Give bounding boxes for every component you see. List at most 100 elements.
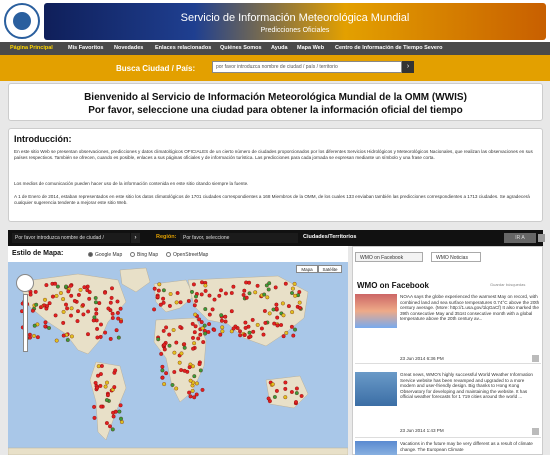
city-marker[interactable] [160, 368, 165, 373]
city-marker[interactable] [87, 290, 92, 295]
city-marker[interactable] [290, 286, 295, 291]
city-marker[interactable] [261, 332, 266, 337]
city-marker[interactable] [273, 285, 278, 290]
city-marker[interactable] [66, 289, 71, 294]
city-marker[interactable] [238, 329, 242, 334]
city-marker[interactable] [212, 297, 217, 302]
city-marker[interactable] [283, 395, 288, 400]
city-marker[interactable] [219, 318, 224, 323]
city-marker[interactable] [265, 295, 270, 300]
city-marker[interactable] [117, 409, 122, 414]
city-marker[interactable] [106, 306, 111, 311]
city-marker[interactable] [231, 284, 236, 289]
city-marker[interactable] [200, 387, 205, 392]
city-marker[interactable] [87, 296, 92, 301]
city-marker[interactable] [267, 311, 272, 316]
city-marker[interactable] [191, 346, 196, 351]
tab-wmo-news[interactable]: WMO Noticias [431, 252, 481, 262]
city-marker[interactable] [162, 382, 167, 387]
post-share-button[interactable] [532, 355, 539, 362]
city-marker[interactable] [108, 424, 112, 429]
city-marker[interactable] [116, 316, 121, 321]
city-marker[interactable] [28, 292, 33, 297]
city-marker[interactable] [229, 309, 234, 314]
city-marker[interactable] [262, 292, 267, 297]
cities-territories-label[interactable]: Ciudades/Territorios [303, 234, 356, 240]
city-marker[interactable] [188, 378, 193, 383]
city-marker[interactable] [244, 280, 249, 285]
city-marker[interactable] [298, 305, 302, 310]
city-marker[interactable] [197, 317, 202, 322]
city-marker[interactable] [109, 295, 114, 300]
city-marker[interactable] [192, 303, 197, 308]
city-marker[interactable] [201, 340, 206, 345]
city-marker[interactable] [272, 321, 277, 326]
city-marker[interactable] [207, 312, 212, 317]
city-marker[interactable] [81, 303, 85, 308]
city-marker[interactable] [82, 285, 87, 290]
city-marker[interactable] [86, 309, 91, 314]
city-marker[interactable] [250, 317, 255, 322]
city-marker[interactable] [35, 335, 40, 340]
city-marker[interactable] [179, 351, 184, 356]
city-marker[interactable] [61, 320, 66, 325]
city-marker[interactable] [113, 368, 118, 373]
city-marker[interactable] [275, 315, 280, 320]
city-marker[interactable] [97, 301, 102, 306]
city-marker[interactable] [191, 282, 196, 287]
city-marker[interactable] [244, 295, 249, 300]
city-marker[interactable] [231, 326, 236, 331]
city-marker[interactable] [110, 316, 115, 320]
city-marker[interactable] [175, 291, 180, 295]
city-marker[interactable] [103, 384, 108, 389]
world-map-canvas[interactable] [8, 262, 348, 455]
city-marker[interactable] [279, 323, 284, 327]
city-marker[interactable] [61, 333, 66, 338]
city-marker[interactable] [105, 380, 109, 385]
city-marker[interactable] [69, 313, 73, 318]
city-marker[interactable] [247, 291, 252, 296]
city-marker[interactable] [95, 385, 100, 390]
city-marker[interactable] [93, 380, 98, 385]
city-marker[interactable] [92, 404, 97, 409]
city-marker[interactable] [69, 306, 74, 311]
city-marker[interactable] [280, 301, 285, 306]
city-marker[interactable] [64, 284, 68, 289]
city-marker[interactable] [292, 281, 297, 286]
city-marker[interactable] [110, 311, 115, 316]
city-marker[interactable] [190, 289, 194, 294]
city-marker[interactable] [43, 297, 47, 302]
city-marker[interactable] [253, 290, 258, 295]
city-marker[interactable] [99, 404, 104, 409]
city-marker[interactable] [220, 325, 225, 330]
city-marker[interactable] [167, 332, 172, 337]
city-marker[interactable] [32, 323, 37, 328]
city-marker[interactable] [64, 302, 68, 307]
city-marker[interactable] [203, 307, 208, 312]
city-marker[interactable] [243, 320, 248, 325]
city-search-go-button[interactable]: › [131, 233, 140, 243]
world-map[interactable] [8, 262, 348, 455]
city-marker[interactable] [95, 326, 100, 331]
city-marker[interactable] [54, 338, 59, 343]
city-marker[interactable] [274, 388, 279, 393]
city-marker[interactable] [164, 371, 169, 376]
city-marker[interactable] [157, 282, 162, 287]
city-marker[interactable] [187, 365, 192, 370]
city-marker[interactable] [266, 287, 271, 292]
city-marker[interactable] [281, 313, 286, 318]
city-marker[interactable] [259, 326, 264, 331]
city-marker[interactable] [194, 294, 198, 299]
go-button[interactable]: IR A [504, 233, 536, 243]
city-marker[interactable] [55, 284, 60, 289]
city-marker[interactable] [110, 286, 114, 291]
city-marker[interactable] [283, 386, 288, 391]
city-marker[interactable] [294, 400, 298, 405]
city-marker[interactable] [192, 341, 197, 346]
city-marker[interactable] [115, 310, 120, 315]
city-marker[interactable] [99, 364, 104, 368]
city-marker[interactable] [290, 291, 294, 295]
city-marker[interactable] [65, 306, 70, 311]
map-option-bing[interactable]: Bing Map [130, 252, 158, 258]
sidebar-small-link[interactable]: Guardar búsquedas [490, 282, 525, 287]
